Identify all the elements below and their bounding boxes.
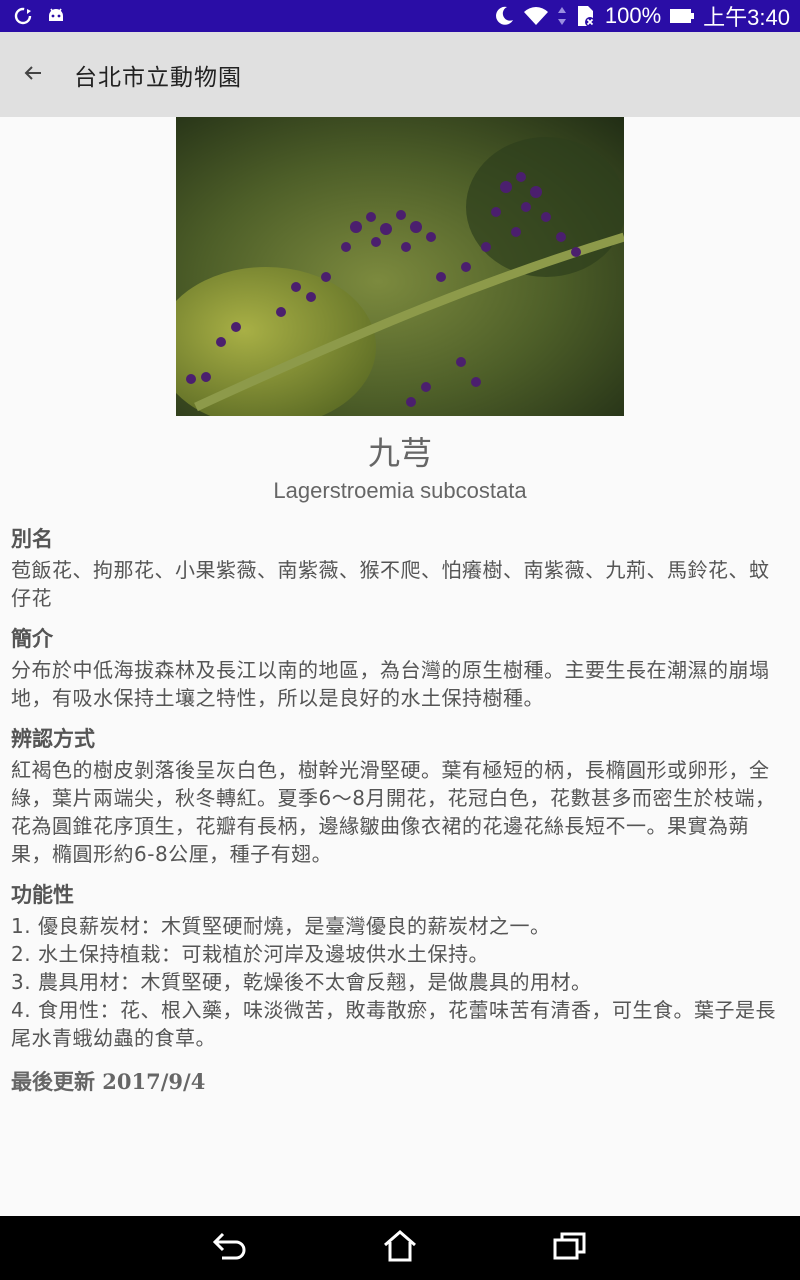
function-title: 功能性 — [11, 883, 74, 907]
android-debug-icon — [46, 6, 66, 26]
back-nav-icon — [212, 1230, 248, 1266]
plant-name-chinese: 九芎 — [367, 434, 432, 472]
function-item: 1. 優良薪炭材：木質堅硬耐燒，是臺灣優良的薪炭材之一。 — [11, 914, 551, 938]
alias-title: 別名 — [11, 527, 53, 551]
data-transfer-icon — [557, 5, 567, 27]
identify-title: 辨認方式 — [11, 727, 95, 751]
function-item: 4. 食用性：花、根入藥，味淡微苦，敗毒散瘀，花蕾味苦有清香，可生食。葉子是長尾… — [11, 998, 776, 1050]
sim-error-icon — [575, 4, 597, 28]
sync-icon — [12, 5, 34, 27]
nav-recents-button[interactable] — [540, 1216, 600, 1280]
nav-home-button[interactable] — [370, 1216, 430, 1280]
moon-icon — [493, 5, 515, 27]
intro-body: 分布於中低海拔森林及長江以南的地區，為台灣的原生樹種。主要生長在潮濕的崩塌地，有… — [11, 658, 770, 710]
alias-body: 苞飯花、拘那花、小果紫薇、南紫薇、猴不爬、怕癢樹、南紫薇、九荊、馬鈴花、蚊仔花 — [11, 558, 770, 610]
function-item: 3. 農具用材：木質堅硬，乾燥後不太會反翹，是做農具的用材。 — [11, 970, 592, 994]
app-title: 台北市立動物園 — [74, 64, 242, 91]
plant-name-scientific: Lagerstroemia subcostata — [273, 478, 527, 503]
battery-percent: 100% — [604, 3, 662, 28]
clock: 上午3:40 — [703, 5, 790, 30]
plant-details: 別名 苞飯花、拘那花、小果紫薇、南紫薇、猴不爬、怕癢樹、南紫薇、九荊、馬鈴花、蚊… — [11, 522, 786, 1096]
battery-icon — [669, 7, 695, 25]
home-nav-icon — [382, 1229, 418, 1267]
intro-title: 簡介 — [11, 627, 53, 651]
app-bar: 台北市立動物園 — [0, 32, 800, 117]
identify-body: 紅褐色的樹皮剝落後呈灰白色，樹幹光滑堅硬。葉有極短的柄，長橢圓形或卵形，全綠，葉… — [11, 758, 776, 866]
plant-photo — [176, 117, 624, 416]
last-updated: 最後更新 2017/9/4 — [11, 1069, 206, 1094]
arrow-back-icon — [23, 63, 43, 87]
recents-nav-icon — [552, 1230, 588, 1266]
back-button[interactable] — [0, 32, 66, 117]
function-item: 2. 水土保持植栽：可栽植於河岸及邊坡供水土保持。 — [11, 942, 489, 966]
navigation-bar — [0, 1216, 800, 1280]
wifi-icon — [523, 5, 549, 27]
status-bar: 100% 上午3:40 — [0, 0, 800, 32]
nav-back-button[interactable] — [200, 1216, 260, 1280]
